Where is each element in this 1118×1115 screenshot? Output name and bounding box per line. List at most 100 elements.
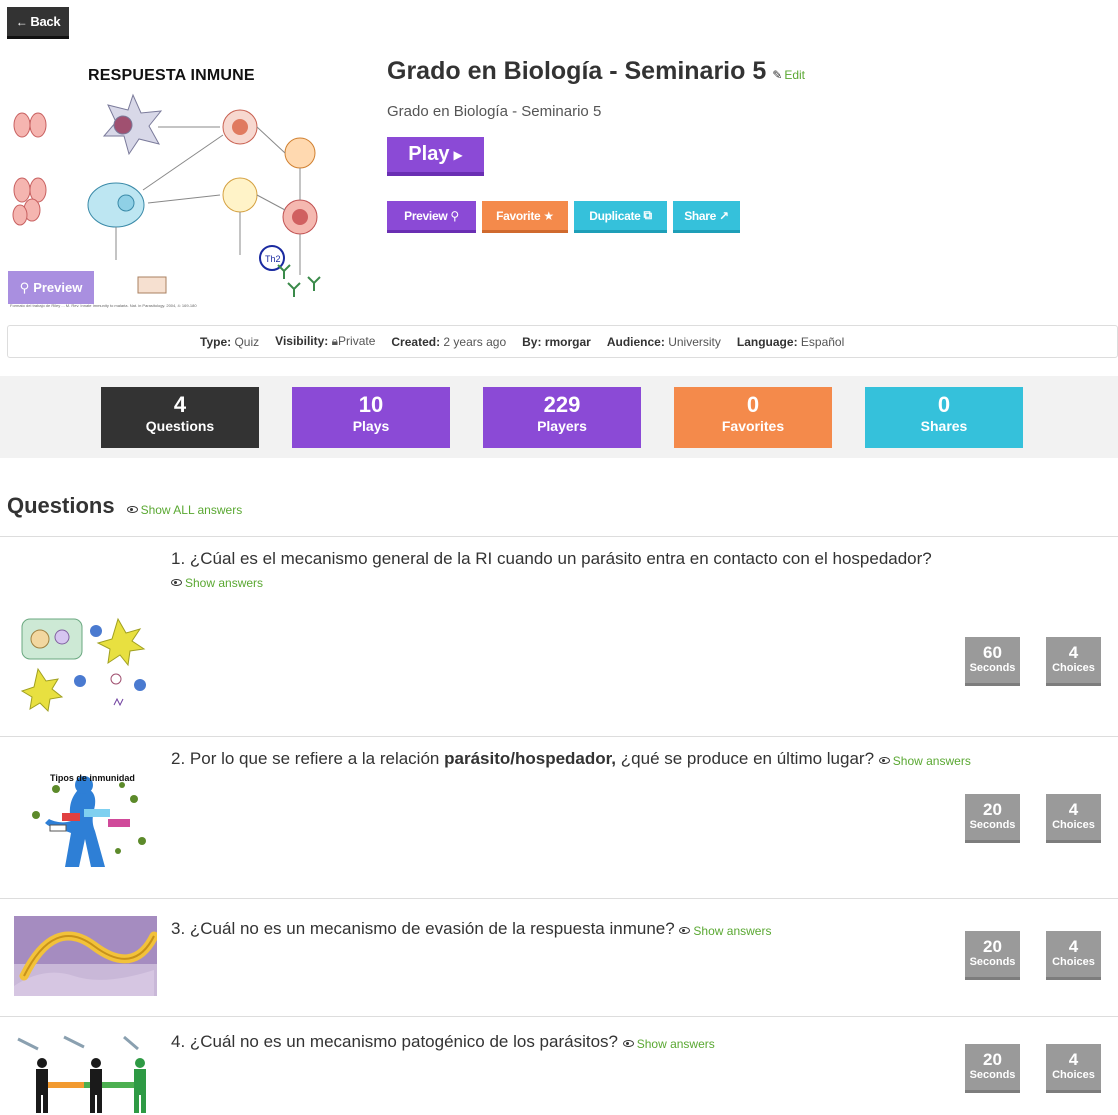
back-button[interactable]: ← Back xyxy=(7,7,69,39)
question-image[interactable]: Tipos de inmunidad xyxy=(22,771,150,867)
question-row: 1. ¿Cúal es el mecanismo general de la R… xyxy=(0,536,1118,736)
stat-players-label: Players xyxy=(537,418,587,434)
duplicate-button[interactable]: Duplicate ⧉ xyxy=(574,201,667,233)
cover-title: RESPUESTA INMUNE xyxy=(88,67,255,84)
choices-badge: 4 Choices xyxy=(1046,931,1101,980)
choices-label: Choices xyxy=(1052,956,1095,968)
stat-shares: 0 Shares xyxy=(865,387,1023,448)
show-answers-label: Show answers xyxy=(636,1036,715,1051)
preview-button[interactable]: Preview ⚲ xyxy=(387,201,476,233)
play-label: Play xyxy=(408,143,450,165)
show-answers-link[interactable]: Show answers xyxy=(622,1033,715,1055)
share-icon: ↗ xyxy=(719,208,729,223)
show-answers-link[interactable]: Show answers xyxy=(679,920,771,942)
question-2-illustration xyxy=(22,771,150,867)
pencil-icon: ✎ xyxy=(772,68,783,82)
choices-badge: 4 Choices xyxy=(1046,1044,1101,1093)
question-row: Tipos de inmunidad 2. Por lo que se refi… xyxy=(0,736,1118,898)
show-answers-link[interactable]: Show answers xyxy=(878,750,971,772)
seconds-label: Seconds xyxy=(969,1069,1016,1081)
stat-players: 229 Players xyxy=(483,387,641,448)
seconds-value: 20 xyxy=(983,937,1002,956)
cover-preview-label: Preview xyxy=(33,280,83,295)
duplicate-label: Duplicate xyxy=(589,208,641,223)
quiz-title: Grado en Biología - Seminario 5 xyxy=(387,57,767,85)
choices-label: Choices xyxy=(1052,819,1095,831)
quiz-meta-bar: Type: Quiz Visibility: 🔒︎Private Created… xyxy=(7,325,1118,358)
question-2-image-title: Tipos de inmunidad xyxy=(50,773,135,783)
stats-bar: 4 Questions 10 Plays 229 Players 0 Favor… xyxy=(0,376,1118,458)
eye-icon xyxy=(622,1040,634,1047)
choices-value: 4 xyxy=(1068,643,1079,662)
svg-text:Th2: Th2 xyxy=(265,254,281,264)
edit-link[interactable]: ✎ Edit xyxy=(772,68,805,82)
show-answers-link[interactable]: Show answers xyxy=(171,572,263,594)
edit-label: Edit xyxy=(784,68,805,82)
question-2-text-start: 2. Por lo que se refiere a la relación xyxy=(171,749,445,768)
question-image[interactable] xyxy=(18,609,150,713)
star-icon: ★ xyxy=(543,208,554,223)
play-button[interactable]: Play ▶ xyxy=(387,137,484,176)
choices-value: 4 xyxy=(1068,937,1079,956)
eye-icon xyxy=(126,506,138,513)
meta-by[interactable]: By: rmorgar xyxy=(522,335,591,349)
eye-icon xyxy=(679,927,691,934)
question-text: 3. ¿Cuál no es un mecanismo de evasión d… xyxy=(171,918,971,942)
seconds-badge: 20 Seconds xyxy=(965,931,1020,980)
stat-shares-label: Shares xyxy=(920,418,968,434)
seconds-badge: 20 Seconds xyxy=(965,794,1020,843)
question-4-text: 4. ¿Cuál no es un mecanismo patogénico d… xyxy=(171,1032,618,1051)
seconds-value: 60 xyxy=(983,643,1002,662)
question-3-illustration xyxy=(14,916,157,996)
seconds-label: Seconds xyxy=(969,662,1016,674)
action-buttons: Preview ⚲ Favorite ★ Duplicate ⧉ Share ↗ xyxy=(387,201,740,233)
question-2-text-bold: parásito/hospedador, xyxy=(444,749,617,768)
quiz-cover-image[interactable]: Th2 RESPUESTA INMUNE ⚲ Preview Formato d… xyxy=(8,55,370,315)
question-text: 4. ¿Cuál no es un mecanismo patogénico d… xyxy=(171,1031,971,1055)
play-icon: ▶ xyxy=(453,147,463,162)
question-2-text-end: ¿qué se produce en último lugar? xyxy=(616,749,875,768)
questions-heading-row: Questions Show ALL answers xyxy=(7,493,242,519)
question-text: 1. ¿Cúal es el mecanismo general de la R… xyxy=(171,548,971,594)
question-4-illustration xyxy=(14,1035,157,1115)
seconds-value: 20 xyxy=(983,1050,1002,1069)
arrow-left-icon: ← xyxy=(15,14,28,29)
favorite-button[interactable]: Favorite ★ xyxy=(482,201,568,233)
question-image[interactable] xyxy=(14,916,157,996)
question-1-text: 1. ¿Cúal es el mecanismo general de la R… xyxy=(171,549,932,568)
stat-favorites-label: Favorites xyxy=(721,418,785,434)
preview-label: Preview xyxy=(404,208,448,223)
show-all-answers-link[interactable]: Show ALL answers xyxy=(126,502,243,517)
choices-badge: 4 Choices xyxy=(1046,637,1101,686)
share-button[interactable]: Share ↗ xyxy=(673,201,740,233)
copy-icon: ⧉ xyxy=(643,208,653,222)
seconds-label: Seconds xyxy=(969,956,1016,968)
question-3-text: 3. ¿Cuál no es un mecanismo de evasión d… xyxy=(171,919,675,938)
seconds-badge: 60 Seconds xyxy=(965,637,1020,686)
meta-language: Language: Español xyxy=(736,334,845,349)
meta-created: Created: 2 years ago xyxy=(391,334,507,349)
seconds-badge: 20 Seconds xyxy=(965,1044,1020,1093)
back-label: Back xyxy=(30,14,61,29)
question-image[interactable] xyxy=(14,1035,157,1115)
question-row: 4. ¿Cuál no es un mecanismo patogénico d… xyxy=(0,1016,1118,1115)
stat-plays: 10 Plays xyxy=(292,387,450,448)
seconds-label: Seconds xyxy=(969,819,1016,831)
show-all-answers-label: Show ALL answers xyxy=(140,502,243,517)
cover-caption: Formato del trabajo de Riley ... M. Rev.… xyxy=(10,303,197,308)
meta-visibility: Visibility: 🔒︎Private xyxy=(275,334,376,348)
stat-plays-value: 10 xyxy=(358,392,384,417)
seconds-value: 20 xyxy=(983,800,1002,819)
stat-favorites-value: 0 xyxy=(746,392,760,417)
share-label: Share xyxy=(684,208,717,223)
stat-favorites: 0 Favorites xyxy=(674,387,832,448)
meta-type: Type: Quiz xyxy=(200,334,260,349)
show-answers-label: Show answers xyxy=(693,923,772,938)
cover-preview-button[interactable]: ⚲ Preview xyxy=(8,271,94,304)
meta-audience: Audience: University xyxy=(606,334,721,349)
stat-plays-label: Plays xyxy=(352,418,390,434)
favorite-label: Favorite xyxy=(496,208,541,223)
choices-value: 4 xyxy=(1068,800,1079,819)
show-answers-label: Show answers xyxy=(185,575,264,590)
questions-heading: Questions xyxy=(7,493,115,518)
